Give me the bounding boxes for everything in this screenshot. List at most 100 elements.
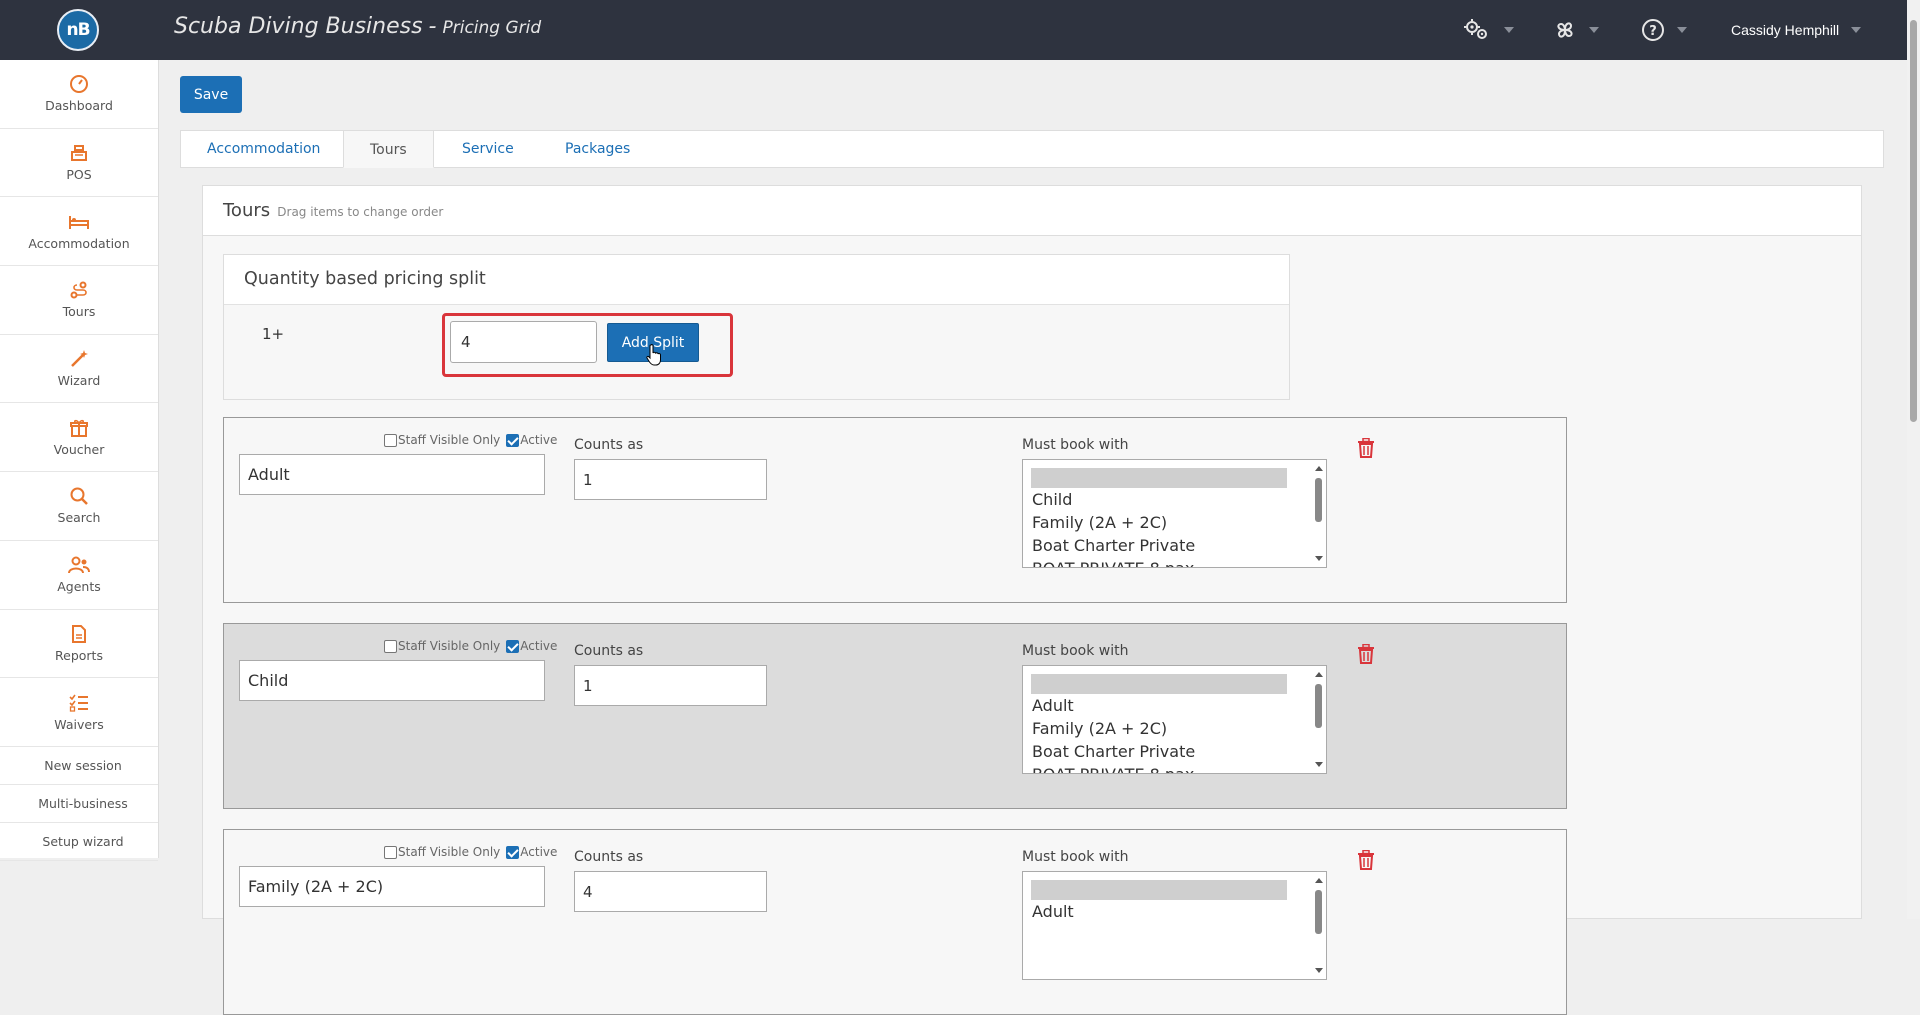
trash-icon[interactable] <box>1357 644 1375 664</box>
sidebar-item-label: Search <box>57 510 101 526</box>
tab-packages[interactable]: Packages <box>539 130 656 168</box>
sidebar-item-waivers[interactable]: Waivers <box>0 678 158 747</box>
sidebar-link-new-session[interactable]: New session <box>0 747 158 785</box>
counts-as-input[interactable] <box>574 665 767 706</box>
scroll-down-icon[interactable] <box>1315 556 1323 561</box>
sidebar-item-accommodation[interactable]: Accommodation <box>0 197 158 267</box>
staff-visible-checkbox[interactable] <box>384 639 397 653</box>
list-option[interactable]: Child <box>1023 488 1326 511</box>
pricing-row[interactable]: Staff Visible Only Active Counts as Must… <box>223 417 1567 603</box>
price-name-input[interactable] <box>239 660 545 701</box>
page-scrollbar-thumb[interactable] <box>1910 20 1917 422</box>
panel-header: Tours Drag items to change order <box>203 186 1861 236</box>
sidebar-item-voucher[interactable]: Voucher <box>0 403 158 473</box>
business-name: Scuba Diving Business <box>174 14 423 39</box>
save-button[interactable]: Save <box>180 76 242 113</box>
staff-visible-label: Staff Visible Only <box>398 845 501 859</box>
must-book-with-list[interactable]: Adult <box>1022 871 1327 980</box>
staff-visible-checkbox[interactable] <box>384 433 397 447</box>
title-separator: - <box>428 14 437 39</box>
list-scrollbar[interactable] <box>1312 872 1326 979</box>
sidebar-item-reports[interactable]: Reports <box>0 610 158 679</box>
tab-tours[interactable]: Tours <box>343 130 434 168</box>
split-quantity-input[interactable] <box>450 321 597 363</box>
bed-icon <box>69 215 89 229</box>
list-option[interactable]: Family (2A + 2C) <box>1023 511 1326 534</box>
sidebar-item-wizard[interactable]: Wizard <box>0 335 158 404</box>
settings-menu[interactable] <box>1462 0 1514 60</box>
active-checkbox[interactable] <box>506 845 520 859</box>
row-flags: Staff Visible Only Active <box>384 639 557 653</box>
pricing-row[interactable]: Staff Visible Only Active Counts as Must… <box>223 829 1567 1015</box>
must-book-with-label: Must book with <box>1022 437 1129 453</box>
price-name-input[interactable] <box>239 866 545 907</box>
list-option[interactable]: Adult <box>1023 900 1326 923</box>
panel-hint: Drag items to change order <box>277 205 444 219</box>
list-scrollbar[interactable] <box>1312 666 1326 773</box>
must-book-with-label: Must book with <box>1022 849 1129 865</box>
scroll-up-icon[interactable] <box>1315 672 1323 677</box>
list-blank-option[interactable] <box>1031 468 1287 488</box>
active-label: Active <box>520 639 558 653</box>
page-scrollbar[interactable] <box>1907 0 1920 919</box>
list-option[interactable]: Boat Charter Private <box>1023 740 1326 763</box>
list-option[interactable]: Adult <box>1023 694 1326 717</box>
staff-visible-checkbox[interactable] <box>384 845 397 859</box>
counts-as-input[interactable] <box>574 871 767 912</box>
trash-icon[interactable] <box>1357 438 1375 458</box>
list-scrollbar-thumb[interactable] <box>1315 684 1322 728</box>
pricing-row[interactable]: Staff Visible Only Active Counts as Must… <box>223 623 1567 809</box>
list-option[interactable]: Family (2A + 2C) <box>1023 717 1326 740</box>
gift-icon <box>70 419 88 437</box>
list-option[interactable]: BOAT PRIVATE 8 pax <box>1023 763 1326 773</box>
scroll-down-icon[interactable] <box>1315 762 1323 767</box>
sidebar-item-label: Agents <box>57 579 101 595</box>
sidebar-item-label: Dashboard <box>45 98 113 114</box>
must-book-with-list[interactable]: Child Family (2A + 2C) Boat Charter Priv… <box>1022 459 1327 568</box>
help-menu[interactable]: ? <box>1641 0 1687 60</box>
sidebar-link-multi-business[interactable]: Multi-business <box>0 785 158 823</box>
must-book-with-list[interactable]: Adult Family (2A + 2C) Boat Charter Priv… <box>1022 665 1327 774</box>
svg-text:?: ? <box>1649 24 1657 39</box>
page-name: Pricing Grid <box>442 18 542 38</box>
report-icon <box>72 624 86 643</box>
search-icon <box>70 487 88 506</box>
sidebar-item-label: Voucher <box>53 441 105 457</box>
tab-accommodation[interactable]: Accommodation <box>181 130 346 168</box>
list-option[interactable]: Boat Charter Private <box>1023 534 1326 557</box>
active-checkbox[interactable] <box>506 433 520 447</box>
sidebar-item-label: Waivers <box>54 716 104 732</box>
scroll-down-icon[interactable] <box>1315 968 1323 973</box>
list-blank-option[interactable] <box>1031 674 1287 694</box>
sidebar-link-setup-wizard[interactable]: Setup wizard <box>0 823 158 861</box>
user-name: Cassidy Hemphill <box>1731 22 1840 38</box>
active-checkbox[interactable] <box>506 639 520 653</box>
tab-service[interactable]: Service <box>436 130 540 168</box>
tours-panel: Tours Drag items to change order Quantit… <box>202 185 1862 1015</box>
quantity-split-title: Quantity based pricing split <box>224 255 1289 305</box>
scroll-up-icon[interactable] <box>1315 466 1323 471</box>
counts-as-label: Counts as <box>574 643 644 659</box>
sidebar-item-search[interactable]: Search <box>0 472 158 541</box>
integrations-menu[interactable] <box>1553 0 1599 60</box>
logo[interactable]: nB <box>57 9 99 51</box>
trash-icon[interactable] <box>1357 850 1375 870</box>
sidebar-item-dashboard[interactable]: Dashboard <box>0 60 158 129</box>
sidebar: Dashboard POS Accommodation Tours Wizard… <box>0 60 159 861</box>
price-name-input[interactable] <box>239 454 545 495</box>
sidebar-item-pos[interactable]: POS <box>0 129 158 198</box>
sidebar-item-agents[interactable]: Agents <box>0 541 158 610</box>
list-blank-option[interactable] <box>1031 880 1287 900</box>
active-label: Active <box>520 433 558 447</box>
scroll-up-icon[interactable] <box>1315 878 1323 883</box>
list-scrollbar-thumb[interactable] <box>1315 478 1322 522</box>
chevron-down-icon <box>1851 27 1862 33</box>
counts-as-input[interactable] <box>574 459 767 500</box>
list-scrollbar[interactable] <box>1312 460 1326 567</box>
top-bar: nB Scuba Diving Business - Pricing Grid ? … <box>0 0 1907 60</box>
user-menu[interactable]: Cassidy Hemphill <box>1731 0 1862 60</box>
list-scrollbar-thumb[interactable] <box>1315 890 1322 934</box>
sidebar-item-tours[interactable]: Tours <box>0 266 158 335</box>
panel-title: Tours <box>223 200 271 221</box>
list-option[interactable]: BOAT PRIVATE 8 pax <box>1023 557 1326 567</box>
